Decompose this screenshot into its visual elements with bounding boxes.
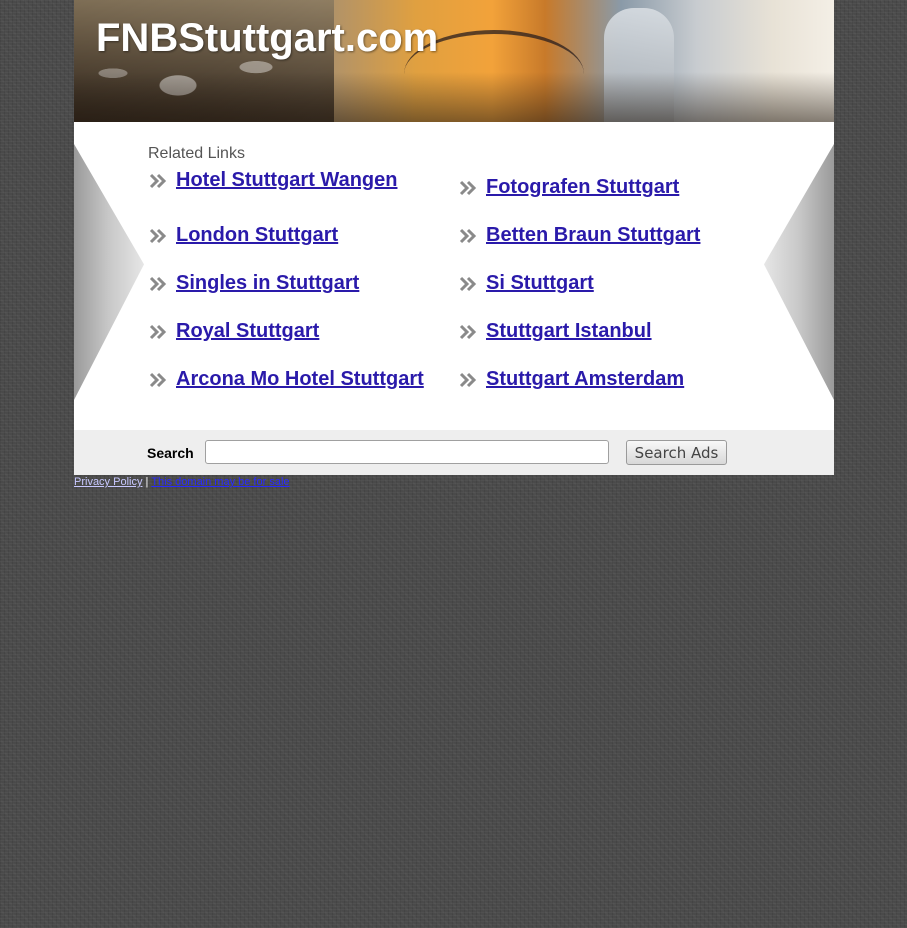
header-banner: FNBStuttgart.com — [74, 0, 834, 122]
related-link-item[interactable]: Hotel Stuttgart Wangen — [148, 169, 397, 192]
double-chevron-right-icon — [149, 324, 167, 339]
search-ads-button[interactable]: Search Ads — [626, 440, 727, 465]
related-links-heading: Related Links — [148, 145, 245, 162]
double-chevron-right-icon — [459, 372, 477, 387]
search-input[interactable] — [205, 440, 609, 464]
related-link[interactable]: Royal Stuttgart — [176, 320, 319, 343]
footer: Privacy Policy | This domain may be for sa… — [74, 475, 834, 488]
related-link[interactable]: Betten Braun Stuttgart — [486, 224, 700, 247]
decorative-right-wedge — [764, 144, 834, 400]
related-link[interactable]: Stuttgart Istanbul — [486, 320, 652, 343]
privacy-policy-link[interactable]: Privacy Policy — [74, 476, 142, 488]
related-link-item[interactable]: Stuttgart Amsterdam — [458, 368, 684, 391]
related-link[interactable]: Hotel Stuttgart Wangen — [176, 169, 397, 192]
related-link[interactable]: Si Stuttgart — [486, 272, 594, 295]
search-label: Search — [147, 445, 194, 461]
related-links-panel: Related Links Hotel Stuttgart Wangen Lon… — [74, 122, 834, 430]
double-chevron-right-icon — [149, 276, 167, 291]
double-chevron-right-icon — [149, 228, 167, 243]
double-chevron-right-icon — [459, 180, 477, 195]
double-chevron-right-icon — [459, 276, 477, 291]
related-link-item[interactable]: Si Stuttgart — [458, 272, 594, 295]
related-link-item[interactable]: Fotografen Stuttgart — [458, 176, 679, 199]
double-chevron-right-icon — [459, 228, 477, 243]
related-link-item[interactable]: Singles in Stuttgart — [148, 272, 359, 295]
related-link-item[interactable]: Arcona Mo Hotel Stuttgart — [148, 368, 424, 391]
related-link[interactable]: Stuttgart Amsterdam — [486, 368, 684, 391]
page-container: FNBStuttgart.com Related Links Hotel Stu… — [74, 0, 834, 488]
double-chevron-right-icon — [149, 173, 167, 188]
footer-separator: | — [145, 476, 149, 488]
related-link[interactable]: Singles in Stuttgart — [176, 272, 359, 295]
related-link-item[interactable]: Stuttgart Istanbul — [458, 320, 652, 343]
decorative-left-wedge — [74, 144, 144, 400]
related-link[interactable]: Arcona Mo Hotel Stuttgart — [176, 368, 424, 391]
site-title: FNBStuttgart.com — [96, 16, 439, 60]
related-link-item[interactable]: Betten Braun Stuttgart — [458, 224, 700, 247]
search-bar: Search Search Ads — [74, 430, 834, 475]
double-chevron-right-icon — [459, 324, 477, 339]
related-link-item[interactable]: Royal Stuttgart — [148, 320, 319, 343]
double-chevron-right-icon — [149, 372, 167, 387]
related-link-item[interactable]: London Stuttgart — [148, 224, 338, 247]
related-link[interactable]: London Stuttgart — [176, 224, 338, 247]
related-link[interactable]: Fotografen Stuttgart — [486, 176, 679, 199]
header-photo-shade — [74, 72, 834, 122]
domain-for-sale-link[interactable]: This domain may be for sale — [151, 476, 289, 488]
